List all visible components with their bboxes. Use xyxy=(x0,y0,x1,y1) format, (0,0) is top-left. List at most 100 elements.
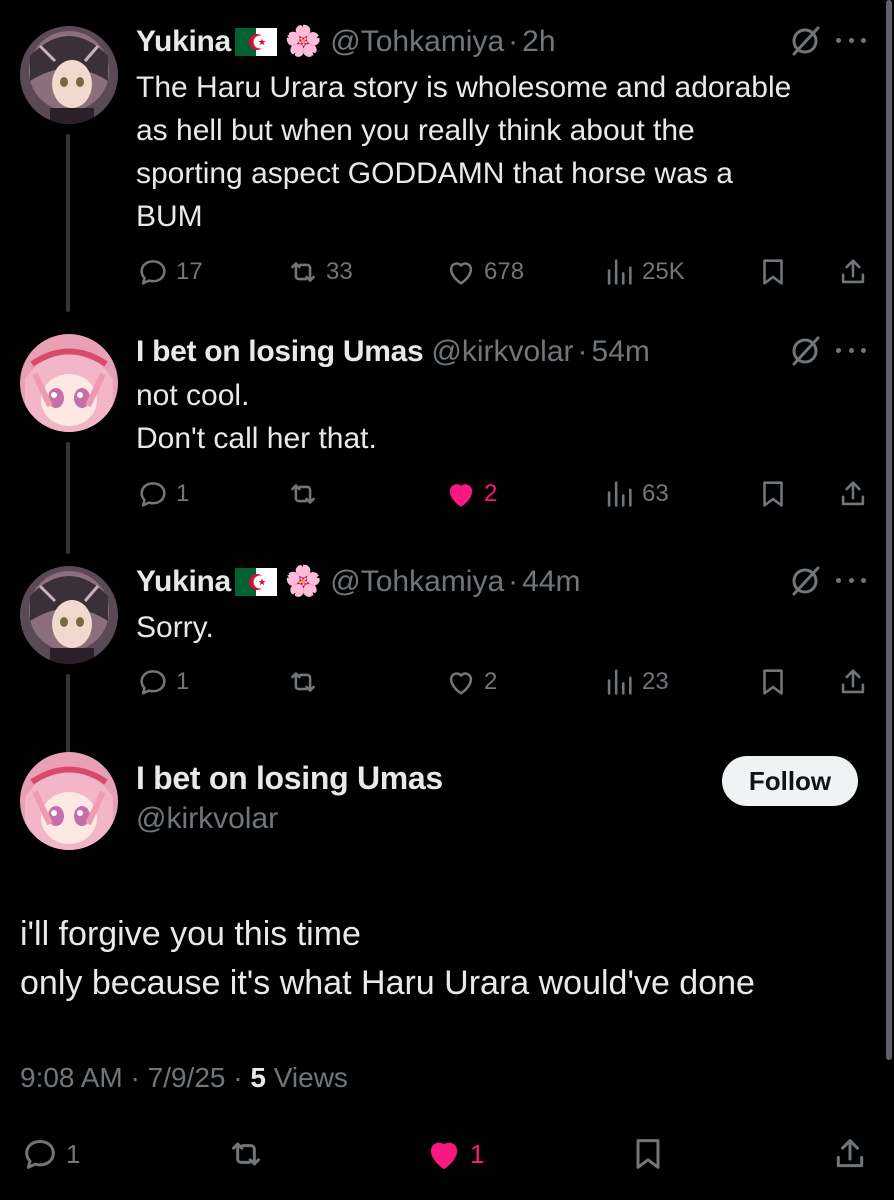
author-handle[interactable]: @Tohkamiya xyxy=(330,565,504,599)
repost-button[interactable] xyxy=(226,1132,266,1176)
share-button[interactable] xyxy=(836,662,870,702)
timestamp[interactable]: 54m xyxy=(592,335,650,369)
reply-count: 1 xyxy=(66,1138,81,1169)
reply-button[interactable]: 1 xyxy=(136,474,189,514)
views-button[interactable]: 63 xyxy=(602,474,669,514)
tweet-header: Yukina 🌸 @Tohkamiya · 2h xyxy=(136,20,556,64)
reply-count: 17 xyxy=(176,258,203,285)
tweet-text: The Haru Urara story is wholesome and ad… xyxy=(136,66,866,238)
bookmark-button[interactable] xyxy=(756,474,790,514)
share-icon xyxy=(836,1139,864,1168)
reply-icon xyxy=(140,260,166,285)
avatar-yukina[interactable] xyxy=(20,26,118,124)
more-icon[interactable] xyxy=(836,338,866,362)
tweet-line: BUM xyxy=(136,200,203,233)
avatar-yukina[interactable] xyxy=(20,566,118,664)
bookmark-icon xyxy=(636,1139,660,1169)
flower-emoji: 🌸 xyxy=(284,565,323,598)
grok-icon[interactable] xyxy=(788,334,822,368)
tweet-line: Sorry. xyxy=(136,611,214,644)
share-button[interactable] xyxy=(836,252,870,292)
timestamp[interactable]: 44m xyxy=(522,565,580,599)
view-count: 23 xyxy=(642,668,669,695)
post-time[interactable]: 9:08 AM xyxy=(20,1062,123,1093)
views-icon xyxy=(607,669,632,695)
reply-button[interactable]: 17 xyxy=(136,252,203,292)
avatar-kirkvolar[interactable] xyxy=(20,334,118,432)
tweet-line: as hell but when you really think about … xyxy=(136,114,695,147)
bookmark-icon xyxy=(763,259,783,285)
like-count: 2 xyxy=(484,668,498,695)
like-button[interactable]: 1 xyxy=(424,1132,484,1176)
repost-button[interactable]: 33 xyxy=(286,252,353,292)
view-count: 25K xyxy=(642,258,685,285)
like-button[interactable]: 2 xyxy=(444,662,497,702)
author-name[interactable]: I bet on losing Umas xyxy=(136,760,443,797)
separator: · xyxy=(508,25,519,58)
like-count: 1 xyxy=(470,1138,485,1169)
tweet-meta: 9:08 AM · 7/9/25 · 5 Views xyxy=(20,1062,348,1094)
bookmark-icon xyxy=(763,669,783,695)
tweet-text: Sorry. xyxy=(136,606,866,649)
more-icon[interactable] xyxy=(836,568,866,592)
share-button[interactable] xyxy=(830,1132,870,1176)
bookmark-button[interactable] xyxy=(756,252,790,292)
views-count: 5 xyxy=(250,1062,266,1093)
post-date[interactable]: 7/9/25 xyxy=(148,1062,226,1093)
views-icon xyxy=(607,259,632,285)
grok-icon[interactable] xyxy=(788,564,822,598)
author-name[interactable]: Yukina xyxy=(136,565,231,599)
author-name[interactable]: Yukina xyxy=(136,25,231,59)
bookmark-icon xyxy=(763,481,783,507)
reply-count: 1 xyxy=(176,668,190,695)
views-button[interactable]: 25K xyxy=(602,252,685,292)
flag-icon xyxy=(234,28,277,56)
reply-icon xyxy=(140,670,166,695)
reply-icon xyxy=(140,482,166,507)
author-handle[interactable]: @kirkvolar xyxy=(431,335,573,369)
tweet-line: The Haru Urara story is wholesome and ad… xyxy=(136,71,792,104)
repost-icon xyxy=(291,484,315,504)
tweet-line: not cool. xyxy=(136,379,250,412)
separator: · xyxy=(233,1062,243,1093)
grok-icon[interactable] xyxy=(788,24,822,58)
views-icon xyxy=(607,481,632,507)
like-icon xyxy=(449,262,473,285)
reply-button[interactable]: 1 xyxy=(136,662,189,702)
timestamp[interactable]: 2h xyxy=(522,25,555,59)
reply-icon xyxy=(25,1140,55,1169)
separator: · xyxy=(577,335,588,368)
like-button[interactable]: 2 xyxy=(444,474,497,514)
focused-action-bar: 1 1 xyxy=(0,1132,894,1176)
tweet-header: I bet on losing Umas @kirkvolar · 54m xyxy=(136,330,650,374)
share-button[interactable] xyxy=(836,474,870,514)
tweet-text: not cool. Don't call her that. xyxy=(136,374,866,460)
thread-connector xyxy=(66,674,70,754)
follow-button[interactable]: Follow xyxy=(722,756,858,806)
repost-icon xyxy=(291,262,315,282)
author-handle[interactable]: @Tohkamiya xyxy=(330,25,504,59)
reply-button[interactable]: 1 xyxy=(20,1132,80,1176)
repost-icon xyxy=(232,1142,260,1166)
repost-button[interactable] xyxy=(286,662,326,702)
like-button[interactable]: 678 xyxy=(444,252,524,292)
action-bar: 1 2 23 xyxy=(136,662,876,702)
author-name[interactable]: I bet on losing Umas xyxy=(136,335,424,369)
repost-button[interactable] xyxy=(286,474,326,514)
views-button[interactable]: 23 xyxy=(602,662,669,702)
like-icon xyxy=(430,1142,458,1169)
author-handle[interactable]: @kirkvolar xyxy=(136,802,278,836)
avatar-kirkvolar[interactable] xyxy=(20,752,118,850)
view-count: 63 xyxy=(642,480,669,507)
repost-count: 33 xyxy=(326,258,353,285)
more-icon[interactable] xyxy=(836,28,866,52)
tweet-header: Yukina 🌸 @Tohkamiya · 44m xyxy=(136,560,581,604)
bookmark-button[interactable] xyxy=(756,662,790,702)
flower-emoji: 🌸 xyxy=(284,25,323,58)
like-icon xyxy=(449,484,473,507)
share-icon xyxy=(841,259,865,284)
tweet-line: Don't call her that. xyxy=(136,422,377,455)
share-icon xyxy=(841,481,865,506)
bookmark-button[interactable] xyxy=(628,1132,668,1176)
views-label: Views xyxy=(273,1062,348,1093)
